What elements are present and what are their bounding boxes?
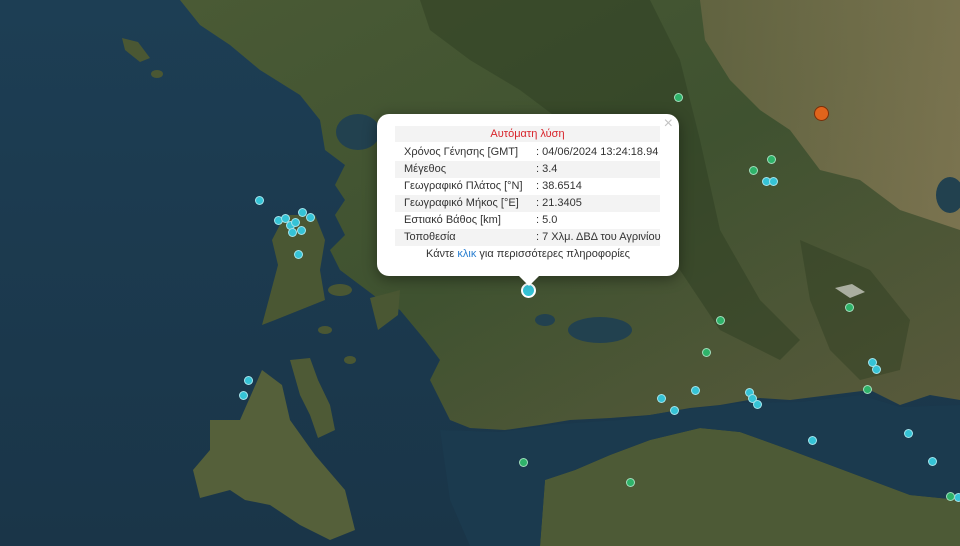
earthquake-marker-older[interactable] bbox=[673, 92, 683, 102]
earthquake-marker[interactable] bbox=[927, 456, 937, 466]
earthquake-marker[interactable] bbox=[305, 212, 315, 222]
lake-trichonida bbox=[568, 317, 632, 343]
info-row-latitude: Γεωγραφικό Πλάτος [°N] : 38.6514 bbox=[395, 178, 660, 195]
earthquake-marker[interactable] bbox=[297, 207, 307, 217]
info-value: : 3.4 bbox=[536, 163, 558, 175]
more-info-suffix: για περισσότερες πληροφορίες bbox=[476, 248, 630, 260]
earthquake-marker[interactable] bbox=[656, 393, 666, 403]
earthquake-marker[interactable] bbox=[871, 364, 881, 374]
earthquake-marker[interactable] bbox=[752, 399, 762, 409]
info-label: Τοποθεσία bbox=[404, 231, 456, 243]
earthquake-marker[interactable] bbox=[254, 195, 264, 205]
earthquake-marker[interactable] bbox=[690, 385, 700, 395]
earthquake-marker[interactable] bbox=[768, 176, 778, 186]
lake-ambracia bbox=[535, 314, 555, 326]
info-value: : 38.6514 bbox=[536, 180, 582, 192]
info-value: : 5.0 bbox=[536, 214, 558, 226]
info-label: Γεωγραφικό Πλάτος [°N] bbox=[404, 180, 523, 192]
more-info-link[interactable]: κλικ bbox=[457, 248, 476, 260]
islet-4 bbox=[328, 284, 352, 296]
earthquake-marker-strong[interactable] bbox=[813, 105, 829, 121]
islet-6 bbox=[344, 356, 356, 364]
info-row-origin-time: Χρόνος Γένησης [GMT] : 04/06/2024 13:24:… bbox=[395, 144, 660, 161]
earthquake-marker-older[interactable] bbox=[518, 457, 528, 467]
popup-title: Αυτόματη λύση bbox=[395, 126, 660, 142]
earthquake-marker-older[interactable] bbox=[625, 477, 635, 487]
earthquake-marker[interactable] bbox=[903, 428, 913, 438]
info-row-depth: Εστιακό Βάθος [km] : 5.0 bbox=[395, 212, 660, 229]
info-row-location: Τοποθεσία : 7 Χλμ. ΔΒΔ του Αγρινίου bbox=[395, 229, 661, 246]
popup-pointer bbox=[518, 275, 540, 286]
info-value: : 21.3405 bbox=[536, 197, 582, 209]
info-label: Γεωγραφικό Μήκος [°E] bbox=[404, 197, 519, 209]
earthquake-marker-older[interactable] bbox=[844, 302, 854, 312]
more-info-text: Κάντε κλικ για περισσότερες πληροφορίες bbox=[377, 248, 679, 260]
islet-5 bbox=[318, 326, 332, 334]
info-label: Μέγεθος bbox=[404, 163, 447, 175]
info-label: Εστιακό Βάθος [km] bbox=[404, 214, 501, 226]
info-value: : 7 Χλμ. ΔΒΔ του Αγρινίου bbox=[536, 231, 661, 243]
earthquake-marker-older[interactable] bbox=[766, 154, 776, 164]
info-row-magnitude: Μέγεθος : 3.4 bbox=[395, 161, 660, 178]
earthquake-marker-older[interactable] bbox=[748, 165, 758, 175]
earthquake-marker[interactable] bbox=[296, 225, 306, 235]
earthquake-marker[interactable] bbox=[287, 227, 297, 237]
info-row-longitude: Γεωγραφικό Μήκος [°E] : 21.3405 bbox=[395, 195, 660, 212]
earthquake-marker-older[interactable] bbox=[715, 315, 725, 325]
earthquake-marker-older[interactable] bbox=[701, 347, 711, 357]
islet-2 bbox=[151, 70, 163, 78]
earthquake-info-popup: × Αυτόματη λύση Χρόνος Γένησης [GMT] : 0… bbox=[377, 114, 679, 276]
info-label: Χρόνος Γένησης [GMT] bbox=[404, 146, 519, 158]
info-value: : 04/06/2024 13:24:18.94 bbox=[536, 146, 659, 158]
earthquake-marker[interactable] bbox=[290, 217, 300, 227]
earthquake-marker[interactable] bbox=[243, 375, 253, 385]
earthquake-marker[interactable] bbox=[293, 249, 303, 259]
earthquake-marker[interactable] bbox=[669, 405, 679, 415]
lake-north bbox=[336, 114, 380, 150]
close-icon[interactable]: × bbox=[664, 116, 673, 132]
more-info-prefix: Κάντε bbox=[426, 248, 458, 260]
earthquake-marker[interactable] bbox=[807, 435, 817, 445]
earthquake-marker-older[interactable] bbox=[945, 491, 955, 501]
earthquake-marker-older[interactable] bbox=[862, 384, 872, 394]
earthquake-marker[interactable] bbox=[238, 390, 248, 400]
